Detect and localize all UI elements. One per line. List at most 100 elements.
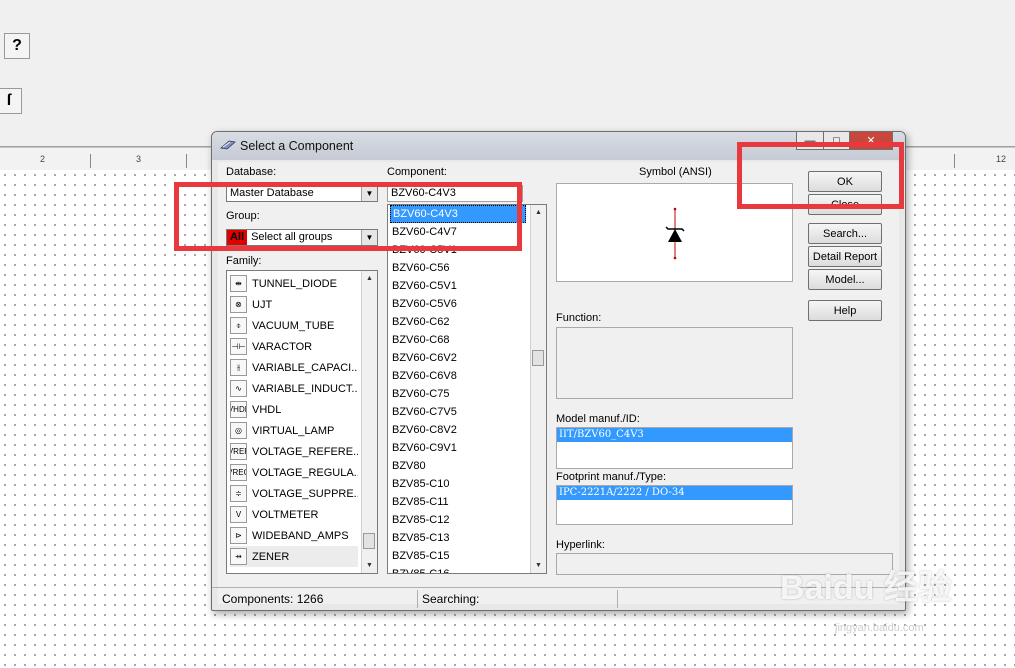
component-item[interactable]: BZV85-C16 — [390, 565, 528, 573]
search-label: Search... — [822, 227, 868, 240]
family-item-label: VARIABLE_CAPACI... — [252, 361, 358, 374]
scroll-down-icon[interactable]: ▼ — [362, 558, 377, 573]
component-item[interactable]: BZV85-C15 — [390, 547, 528, 565]
family-item[interactable]: VHDL VHDL — [230, 399, 358, 420]
component-scrollbar[interactable]: ▲ ▼ — [530, 205, 546, 573]
family-item-label: VHDL — [252, 403, 282, 416]
family-item-label: UJT — [252, 298, 273, 311]
component-item[interactable]: BZV60-C56 — [390, 259, 528, 277]
watermark-url: jingyan.baidu.com — [835, 622, 924, 634]
component-item[interactable]: BZV60-C68 — [390, 331, 528, 349]
family-item[interactable]: VREF VOLTAGE_REFERE... — [230, 441, 358, 462]
family-item[interactable]: ∿ VARIABLE_INDUCT... — [230, 378, 358, 399]
detail-report-button[interactable]: Detail Report — [808, 246, 882, 267]
family-item[interactable]: ⊳ WIDEBAND_AMPS — [230, 525, 358, 546]
family-item[interactable]: ⇼ TUNNEL_DIODE — [230, 273, 358, 294]
model-list[interactable]: IIT/BZV60_C4V3 — [556, 427, 793, 469]
variable-inductor-icon: ∿ — [230, 380, 247, 397]
searching-status: Searching: — [418, 590, 618, 608]
symbol-label: Symbol (ANSI) — [639, 166, 712, 178]
model-button[interactable]: Model... — [808, 269, 882, 290]
family-item[interactable]: ⊣⊢ VARACTOR — [230, 336, 358, 357]
family-item[interactable]: ⇸ ZENER — [230, 546, 358, 567]
varactor-icon: ⊣⊢ — [230, 338, 247, 355]
voltage-reference-icon: VREF — [230, 443, 247, 460]
scroll-thumb[interactable] — [532, 350, 544, 366]
family-item-label: VOLTAGE_REGULA... — [252, 466, 358, 479]
family-item[interactable]: ⌽ VACUUM_TUBE — [230, 315, 358, 336]
component-item[interactable]: BZV60-C62 — [390, 313, 528, 331]
component-item[interactable]: BZV60-C9V1 — [390, 439, 528, 457]
ruler-mark — [186, 154, 187, 168]
footprint-label: Footprint manuf./Type: — [556, 471, 667, 483]
annotation-box-ok — [737, 142, 904, 209]
family-item[interactable]: ⊗ UJT — [230, 294, 358, 315]
family-item-label: VOLTAGE_REFERE... — [252, 445, 358, 458]
toolbar-area: ? ſ — [0, 0, 1015, 147]
virtual-lamp-icon: ◎ — [230, 422, 247, 439]
family-item-label: ZENER — [252, 550, 290, 563]
scroll-up-icon[interactable]: ▲ — [362, 271, 377, 286]
family-item-label: VOLTAGE_SUPPRE... — [252, 487, 358, 500]
help-dialog-button[interactable]: Help — [808, 300, 882, 321]
search-button[interactable]: Search... — [808, 223, 882, 244]
voltmeter-icon: V — [230, 506, 247, 523]
help-icon: ? — [12, 37, 22, 54]
model-selected[interactable]: IIT/BZV60_C4V3 — [557, 428, 792, 442]
wideband-amps-icon: ⊳ — [230, 527, 247, 544]
voltage-suppressor-icon: ≑ — [230, 485, 247, 502]
voltage-regulator-icon: VREG — [230, 464, 247, 481]
component-item[interactable]: BZV60-C6V2 — [390, 349, 528, 367]
database-label: Database: — [226, 166, 277, 178]
scroll-thumb[interactable] — [363, 533, 375, 549]
component-item[interactable]: BZV60-C75 — [390, 385, 528, 403]
family-item[interactable]: ◎ VIRTUAL_LAMP — [230, 420, 358, 441]
component-list[interactable]: BZV60-C4V3 BZV60-C4V7 BZV60-C5V1 BZV60-C56 B… — [387, 204, 547, 574]
family-item[interactable]: V VOLTMETER — [230, 504, 358, 525]
scroll-up-icon[interactable]: ▲ — [531, 205, 546, 220]
components-count: Components: 1266 — [218, 590, 418, 608]
family-item-label: TUNNEL_DIODE — [252, 277, 337, 290]
help-button[interactable]: ? — [4, 33, 30, 59]
ruler-tick: 12 — [996, 154, 1007, 164]
footprint-list[interactable]: IPC-2221A/2222 / DO-34 — [556, 485, 793, 525]
component-item[interactable]: BZV60-C8V2 — [390, 421, 528, 439]
family-item[interactable]: VREG VOLTAGE_REGULA... — [230, 462, 358, 483]
component-item[interactable]: BZV85-C11 — [390, 493, 528, 511]
vacuum-tube-icon: ⌽ — [230, 317, 247, 334]
detail-report-label: Detail Report — [812, 250, 878, 263]
model-button-label: Model... — [825, 273, 865, 286]
family-item-label: VOLTMETER — [252, 508, 319, 521]
model-label: Model manuf./ID: — [556, 413, 640, 425]
component-item[interactable]: BZV85-C13 — [390, 529, 528, 547]
component-item[interactable]: BZV60-C7V5 — [390, 403, 528, 421]
family-item-label: VARACTOR — [252, 340, 313, 353]
component-label: Component: — [387, 166, 447, 178]
step-tool-button[interactable]: ſ — [0, 88, 22, 114]
family-list[interactable]: ⇼ TUNNEL_DIODE ⊗ UJT ⌽ VACUUM_TUBE ⊣⊢ VARACTOR ⫲… — [226, 270, 378, 574]
zener-icon: ⇸ — [230, 548, 247, 565]
ruler-tick: 3 — [136, 154, 142, 164]
component-item[interactable]: BZV60-C5V1 — [390, 277, 528, 295]
scroll-down-icon[interactable]: ▼ — [531, 558, 546, 573]
ruler-tick: 2 — [40, 154, 46, 164]
ruler-mark — [954, 154, 955, 168]
help-label: Help — [833, 304, 857, 317]
component-item[interactable]: BZV85-C10 — [390, 475, 528, 493]
family-item[interactable]: ⫲ VARIABLE_CAPACI... — [230, 357, 358, 378]
step-icon: ſ — [6, 92, 12, 109]
annotation-box-group — [174, 182, 522, 251]
component-item[interactable]: BZV80 — [390, 457, 528, 475]
dialog-title: Select a Component — [240, 139, 354, 153]
footprint-selected[interactable]: IPC-2221A/2222 / DO-34 — [557, 486, 792, 500]
hyperlink-label: Hyperlink: — [556, 539, 605, 551]
variable-capacitor-icon: ⫲ — [230, 359, 247, 376]
family-label: Family: — [226, 255, 262, 267]
family-item-label: VIRTUAL_LAMP — [252, 424, 335, 437]
family-item[interactable]: ≑ VOLTAGE_SUPPRE... — [230, 483, 358, 504]
component-item[interactable]: BZV60-C6V8 — [390, 367, 528, 385]
component-item[interactable]: BZV85-C12 — [390, 511, 528, 529]
ruler-mark — [90, 154, 91, 168]
component-item[interactable]: BZV60-C5V6 — [390, 295, 528, 313]
family-scrollbar[interactable]: ▲ ▼ — [361, 271, 377, 573]
